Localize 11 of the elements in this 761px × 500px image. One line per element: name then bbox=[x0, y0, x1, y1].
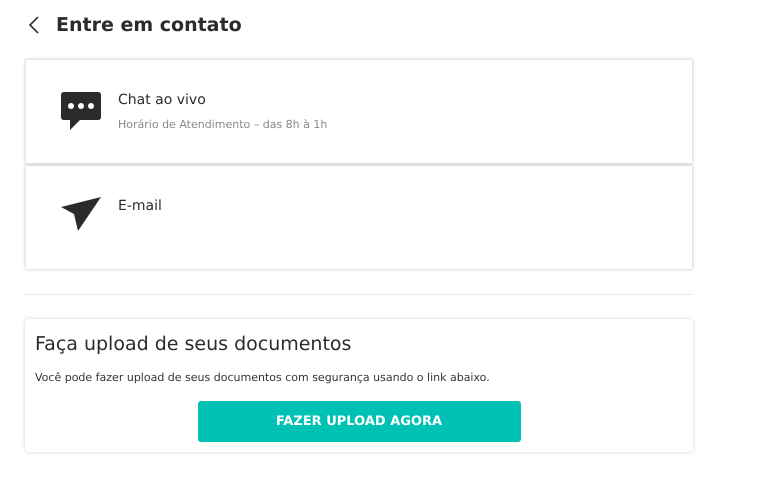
upload-title: Faça upload de seus documentos bbox=[35, 333, 352, 355]
upload-description: Você pode fazer upload de seus documentos com segurança usando o link abaixo. bbox=[35, 371, 491, 384]
contact-option[interactable]: E-mail bbox=[26, 166, 692, 269]
option-title: Chat ao vivo bbox=[118, 92, 207, 108]
page-title: Entre em contato bbox=[56, 14, 242, 36]
paper-plane-icon bbox=[60, 196, 102, 232]
option-title: E-mail bbox=[118, 198, 162, 214]
chat-bubble-icon bbox=[60, 90, 102, 132]
contact-option[interactable]: Chat ao vivo Horário de Atendimento – das 8h à 1h bbox=[26, 60, 692, 163]
back-icon[interactable] bbox=[28, 16, 40, 34]
option-subtitle: Horário de Atendimento – das 8h à 1h bbox=[118, 118, 328, 131]
